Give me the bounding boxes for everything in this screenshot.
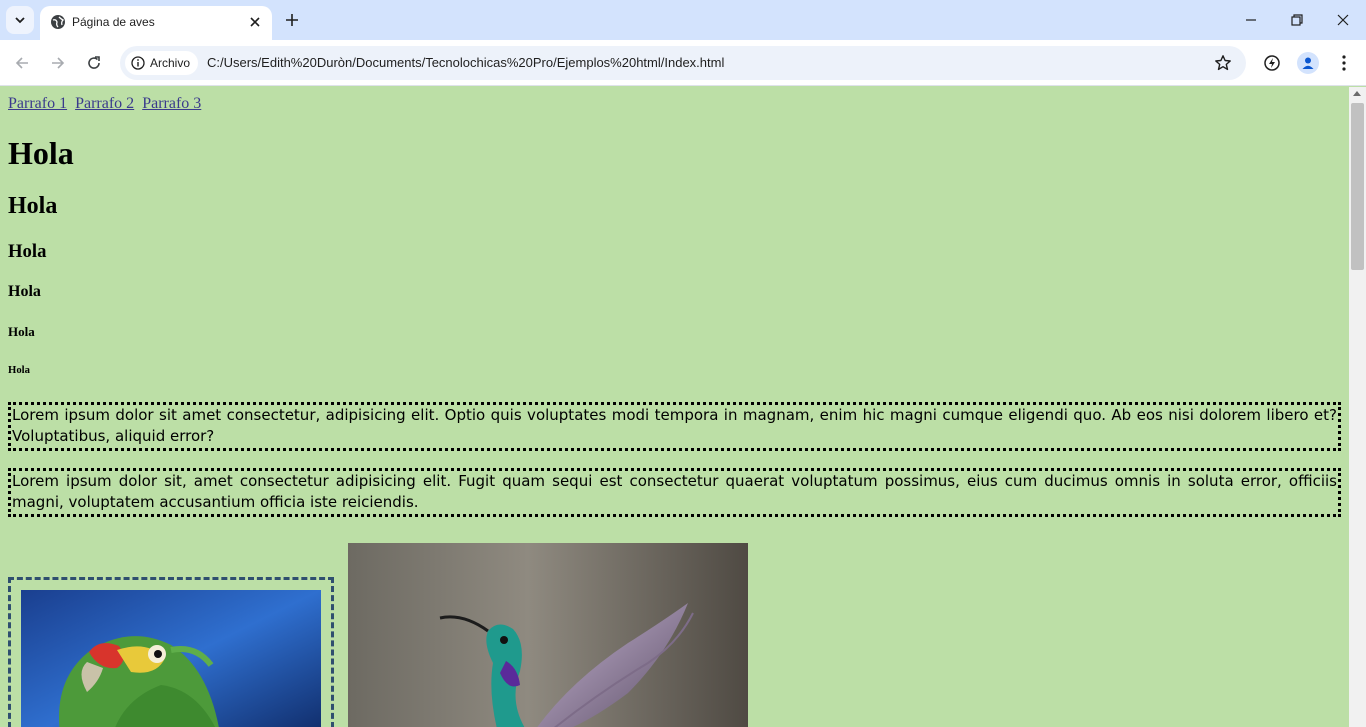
menu-button[interactable] [1332,51,1356,75]
more-vertical-icon [1342,55,1346,71]
nav-link-parrafo-3[interactable]: Parrafo 3 [142,95,201,112]
avatar [1297,52,1319,74]
close-icon [250,17,260,27]
hummingbird-image [348,543,748,727]
heading-3: Hola [8,241,47,262]
paragraph-2: Lorem ipsum dolor sit, amet consectetur … [8,468,1341,517]
bookmark-star-icon[interactable] [1214,54,1232,72]
profile-button[interactable] [1296,51,1320,75]
scroll-up-arrow-icon[interactable] [1353,91,1361,96]
tab-strip: Página de aves [0,0,1366,40]
heading-4: Hola [8,283,41,300]
scrollbar-thumb[interactable] [1351,103,1364,270]
tab-title: Página de aves [72,15,155,29]
person-icon [1302,57,1314,69]
arrow-right-icon [52,57,65,69]
close-icon [1337,14,1349,26]
address-bar[interactable]: Archivo C:/Users/Edith%20Duròn/Documents… [120,46,1246,80]
back-button[interactable] [10,51,34,75]
heading-2: Hola [8,193,58,219]
forward-button[interactable] [46,51,70,75]
globe-icon [51,15,65,29]
minimize-button[interactable] [1236,6,1266,34]
paragraph-1: Lorem ipsum dolor sit amet consectetur, … [8,402,1341,451]
arrow-left-icon [15,57,28,69]
reload-button[interactable] [82,51,106,75]
chevron-down-icon [15,17,25,24]
browser-toolbar: Archivo C:/Users/Edith%20Duròn/Documents… [0,40,1366,86]
reload-icon [88,56,100,69]
url-text[interactable]: C:/Users/Edith%20Duròn/Documents/Tecnolo… [207,55,724,71]
tab-close-button[interactable] [246,13,264,31]
paragraph-nav: Parrafo 1 Parrafo 2 Parrafo 3 [8,95,205,113]
performance-button[interactable] [1260,51,1284,75]
heading-1: Hola [8,135,74,171]
heading-5: Hola [8,324,35,339]
plus-icon [286,14,298,26]
restore-icon [1291,14,1303,26]
site-info-label: Archivo [150,56,191,70]
performance-icon [1264,55,1280,71]
new-tab-button[interactable] [282,10,302,30]
vertical-scrollbar[interactable] [1349,87,1366,727]
tab-search-button[interactable] [6,6,34,34]
browser-tab[interactable]: Página de aves [40,6,272,40]
nav-link-parrafo-1[interactable]: Parrafo 1 [8,95,67,112]
close-window-button[interactable] [1328,6,1358,34]
page-viewport: Parrafo 1 Parrafo 2 Parrafo 3 Hola Hola … [0,87,1349,727]
nav-link-parrafo-2[interactable]: Parrafo 2 [75,95,134,112]
parrot-image [21,590,321,727]
site-info-chip[interactable]: Archivo [125,51,199,75]
heading-6: Hola [8,364,30,376]
minimize-icon [1246,19,1256,21]
info-icon [131,56,145,70]
restore-button[interactable] [1282,6,1312,34]
